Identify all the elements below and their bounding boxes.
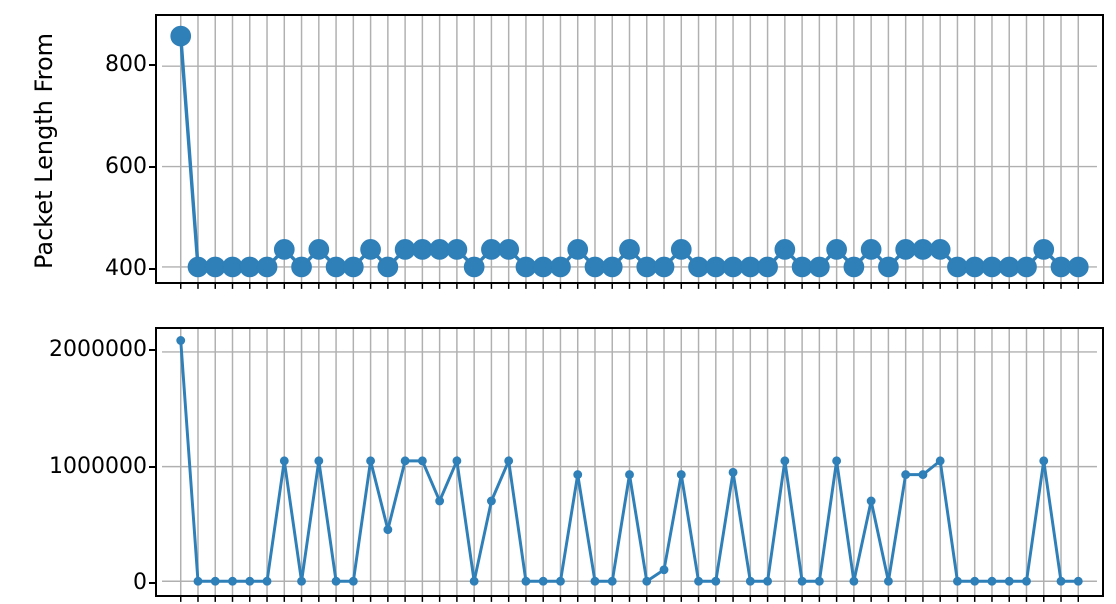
y-tick-label: 400 (0, 256, 153, 281)
y-tick-label: 800 (0, 52, 153, 77)
plot-packet-length (157, 16, 1102, 282)
plot-bytes (157, 329, 1102, 595)
axes-bytes (155, 327, 1104, 597)
figure: Packet Length From 400600800010000002000… (0, 0, 1116, 604)
y-tick-label: 1000000 (0, 454, 153, 479)
y-tick-label: 600 (0, 154, 153, 179)
y-tick-label: 0 (0, 570, 153, 595)
y-tick-label: 2000000 (0, 337, 153, 362)
axes-packet-length (155, 14, 1104, 284)
